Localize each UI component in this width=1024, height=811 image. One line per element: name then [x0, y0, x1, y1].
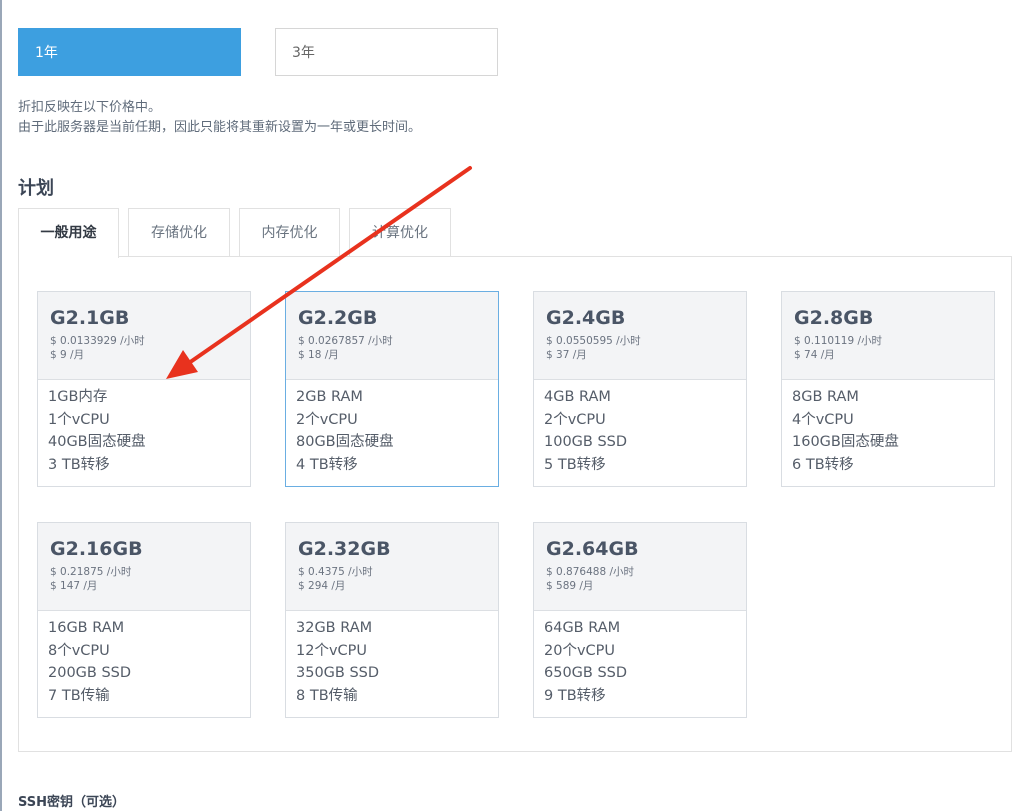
plan-name: G2.1GB — [50, 307, 130, 329]
plan-card-header: G2.1GB $ 0.0133929 /小时 $ 9 /月 — [38, 292, 250, 380]
plan-card-header: G2.4GB $ 0.0550595 /小时 $ 37 /月 — [534, 292, 746, 380]
plan-name: G2.8GB — [794, 307, 874, 329]
plan-hourly-price: $ 0.4375 /小时 — [298, 566, 373, 578]
plan-monthly-price: $ 294 /月 — [298, 580, 346, 592]
discount-notes: 折扣反映在以下价格中。 由于此服务器是当前任期，因此只能将其重新设置为一年或更长… — [18, 98, 421, 138]
plan-monthly-price: $ 147 /月 — [50, 580, 98, 592]
plan-monthly-price: $ 37 /月 — [546, 349, 587, 361]
plan-spec-disk: 350GB SSD — [296, 665, 380, 681]
plan-spec-transfer: 3 TB转移 — [48, 456, 110, 473]
plan-spec-memory: 8GB RAM — [792, 389, 859, 405]
tab-storage-optimized[interactable]: 存储优化 — [128, 208, 230, 257]
plan-name: G2.2GB — [298, 307, 378, 329]
plan-monthly-price: $ 589 /月 — [546, 580, 594, 592]
plan-specs: 4GB RAM 2个vCPU 100GB SSD 5 TB转移 — [534, 380, 746, 476]
plan-card-g2-32gb[interactable]: G2.32GB $ 0.4375 /小时 $ 294 /月 32GB RAM 1… — [285, 522, 499, 718]
plan-name: G2.64GB — [546, 538, 639, 560]
plan-heading: 计划 — [18, 178, 54, 199]
plan-card-g2-2gb[interactable]: G2.2GB $ 0.0267857 /小时 $ 18 /月 2GB RAM 2… — [285, 291, 499, 487]
tab-general-purpose[interactable]: 一般用途 — [18, 208, 119, 258]
plan-spec-disk: 100GB SSD — [544, 434, 628, 450]
ssh-key-label: SSH密钥（可选） — [18, 795, 126, 810]
plan-hourly-price: $ 0.0267857 /小时 — [298, 335, 393, 347]
plan-specs: 16GB RAM 8个vCPU 200GB SSD 7 TB传输 — [38, 611, 250, 707]
plan-hourly-price: $ 0.110119 /小时 — [794, 335, 882, 347]
plan-spec-cpu: 4个vCPU — [792, 411, 854, 428]
plan-card-header: G2.64GB $ 0.876488 /小时 $ 589 /月 — [534, 523, 746, 611]
plan-spec-memory: 4GB RAM — [544, 389, 611, 405]
tab-compute-optimized[interactable]: 计算优化 — [349, 208, 451, 257]
plan-monthly-price: $ 74 /月 — [794, 349, 835, 361]
plan-card-header: G2.8GB $ 0.110119 /小时 $ 74 /月 — [782, 292, 994, 380]
plan-spec-cpu: 8个vCPU — [48, 642, 110, 659]
plan-spec-transfer: 5 TB转移 — [544, 456, 606, 473]
plan-card-header: G2.16GB $ 0.21875 /小时 $ 147 /月 — [38, 523, 250, 611]
plan-hourly-price: $ 0.0133929 /小时 — [50, 335, 145, 347]
plan-spec-transfer: 8 TB传输 — [296, 687, 358, 704]
page-left-border — [0, 0, 2, 811]
plan-spec-disk: 200GB SSD — [48, 665, 132, 681]
plan-specs: 8GB RAM 4个vCPU 160GB固态硬盘 6 TB转移 — [782, 380, 994, 476]
plan-monthly-price: $ 18 /月 — [298, 349, 339, 361]
plan-card-g2-64gb[interactable]: G2.64GB $ 0.876488 /小时 $ 589 /月 64GB RAM… — [533, 522, 747, 718]
term-3-year-button[interactable]: 3年 — [275, 28, 498, 76]
plan-spec-transfer: 4 TB转移 — [296, 456, 358, 473]
term-note: 由于此服务器是当前任期，因此只能将其重新设置为一年或更长时间。 — [18, 120, 422, 135]
plan-card-g2-16gb[interactable]: G2.16GB $ 0.21875 /小时 $ 147 /月 16GB RAM … — [37, 522, 251, 718]
plan-spec-disk: 650GB SSD — [544, 665, 628, 681]
plan-specs: 2GB RAM 2个vCPU 80GB固态硬盘 4 TB转移 — [286, 380, 498, 476]
plan-card-header: G2.2GB $ 0.0267857 /小时 $ 18 /月 — [286, 292, 498, 380]
plan-card-g2-4gb[interactable]: G2.4GB $ 0.0550595 /小时 $ 37 /月 4GB RAM 2… — [533, 291, 747, 487]
plan-spec-cpu: 2个vCPU — [296, 411, 358, 428]
plan-card-header: G2.32GB $ 0.4375 /小时 $ 294 /月 — [286, 523, 498, 611]
plan-spec-cpu: 2个vCPU — [544, 411, 606, 428]
plan-spec-memory: 2GB RAM — [296, 389, 363, 405]
plan-spec-memory: 64GB RAM — [544, 620, 621, 636]
plan-spec-disk: 160GB固态硬盘 — [792, 434, 899, 450]
plan-hourly-price: $ 0.0550595 /小时 — [546, 335, 641, 347]
plan-spec-memory: 16GB RAM — [48, 620, 125, 636]
plan-name: G2.16GB — [50, 538, 143, 560]
plan-spec-disk: 80GB固态硬盘 — [296, 434, 394, 450]
plan-card-g2-8gb[interactable]: G2.8GB $ 0.110119 /小时 $ 74 /月 8GB RAM 4个… — [781, 291, 995, 487]
plan-spec-disk: 40GB固态硬盘 — [48, 434, 146, 450]
plan-specs: 1GB内存 1个vCPU 40GB固态硬盘 3 TB转移 — [38, 380, 250, 476]
plan-hourly-price: $ 0.876488 /小时 — [546, 566, 634, 578]
plan-panel: G2.1GB $ 0.0133929 /小时 $ 9 /月 1GB内存 1个vC… — [18, 256, 1012, 752]
plan-name: G2.32GB — [298, 538, 391, 560]
plan-spec-transfer: 6 TB转移 — [792, 456, 854, 473]
plan-monthly-price: $ 9 /月 — [50, 349, 85, 361]
plan-spec-cpu: 1个vCPU — [48, 411, 110, 428]
plan-specs: 32GB RAM 12个vCPU 350GB SSD 8 TB传输 — [286, 611, 498, 707]
discount-note: 折扣反映在以下价格中。 — [18, 100, 162, 115]
plan-spec-memory: 32GB RAM — [296, 620, 373, 636]
plan-specs: 64GB RAM 20个vCPU 650GB SSD 9 TB转移 — [534, 611, 746, 707]
plan-card-g2-1gb[interactable]: G2.1GB $ 0.0133929 /小时 $ 9 /月 1GB内存 1个vC… — [37, 291, 251, 487]
plan-spec-memory: 1GB内存 — [48, 389, 108, 405]
plan-spec-cpu: 20个vCPU — [544, 642, 616, 659]
plan-spec-cpu: 12个vCPU — [296, 642, 368, 659]
plan-hourly-price: $ 0.21875 /小时 — [50, 566, 132, 578]
term-1-year-button[interactable]: 1年 — [18, 28, 241, 76]
plan-spec-transfer: 9 TB转移 — [544, 687, 606, 704]
tab-memory-optimized[interactable]: 内存优化 — [239, 208, 340, 257]
plan-name: G2.4GB — [546, 307, 626, 329]
plan-spec-transfer: 7 TB传输 — [48, 687, 110, 704]
